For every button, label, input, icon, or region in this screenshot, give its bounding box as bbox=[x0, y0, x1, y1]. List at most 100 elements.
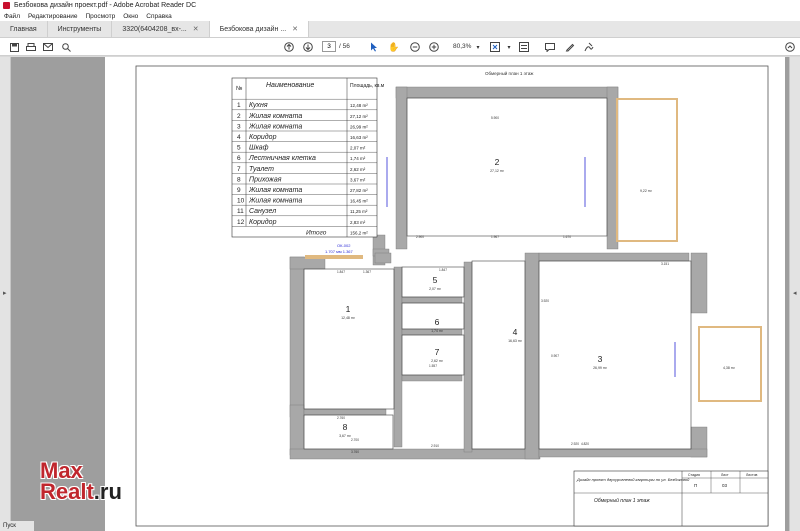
wall-segment bbox=[538, 252, 690, 262]
table-cell-no: 12 bbox=[237, 219, 245, 226]
table-cell-area: 26,99 m² bbox=[350, 124, 368, 129]
close-tab-icon[interactable]: ✕ bbox=[292, 25, 298, 33]
tab-document-2[interactable]: Безбокова дизайн ... ✕ bbox=[209, 21, 310, 37]
table-cell-area: 27,82 m² bbox=[350, 188, 368, 193]
menu-item-file[interactable]: Файл bbox=[4, 13, 20, 20]
table-cell-no: 1 bbox=[237, 102, 241, 109]
chevron-down-icon[interactable]: ▾ bbox=[505, 41, 513, 53]
wall-segment bbox=[289, 404, 305, 456]
wall-segment bbox=[463, 261, 473, 453]
room-number: 2 bbox=[495, 157, 500, 167]
tab-tools[interactable]: Инструменты bbox=[48, 21, 113, 37]
room-outline bbox=[406, 97, 608, 237]
table-cell-no: 6 bbox=[237, 155, 241, 162]
expand-left-icon[interactable]: ▸ bbox=[3, 289, 7, 297]
previous-page-icon[interactable] bbox=[283, 41, 295, 53]
dimension-label: 1.847 bbox=[337, 270, 345, 274]
floor-plan-drawing: Обмерный план 1 этаж № Наименование Площадь… bbox=[135, 65, 769, 527]
fit-page-icon[interactable] bbox=[489, 41, 501, 53]
wall-segment bbox=[395, 86, 619, 99]
table-cell-area: 11,25 m² bbox=[350, 209, 368, 214]
window-titlebar: Безбокова дизайн проект.pdf - Adobe Acro… bbox=[0, 0, 800, 11]
table-cell-name: Жилая комната bbox=[248, 123, 302, 130]
next-page-icon[interactable] bbox=[302, 41, 314, 53]
room-area-label: 3,67 m² bbox=[339, 434, 352, 438]
save-icon[interactable] bbox=[8, 41, 20, 53]
collapse-toolbar-icon[interactable] bbox=[784, 41, 796, 53]
table-total-area: 156,2 m² bbox=[350, 230, 368, 235]
email-icon[interactable] bbox=[42, 41, 54, 53]
search-icon[interactable] bbox=[60, 41, 72, 53]
table-cell-no: 11 bbox=[237, 208, 244, 215]
table-cell-name: Санузел bbox=[249, 208, 276, 215]
room-number: 8 bbox=[343, 422, 348, 432]
dimension-label: 2.760 bbox=[337, 416, 345, 420]
window-sill bbox=[305, 255, 363, 259]
expand-right-icon[interactable]: ◂ bbox=[793, 289, 797, 297]
table-cell-name: Шкаф bbox=[249, 145, 269, 152]
print-icon[interactable] bbox=[25, 41, 37, 53]
dimension-label: 2.700 bbox=[351, 438, 359, 442]
scroll-mode-icon[interactable] bbox=[518, 41, 530, 53]
table-cell-name: Коридор bbox=[249, 218, 277, 226]
close-tab-icon[interactable]: ✕ bbox=[193, 25, 199, 33]
table-cell-no: 3 bbox=[237, 123, 241, 130]
balcony-outline bbox=[698, 326, 762, 402]
wall-segment bbox=[393, 266, 403, 448]
document-viewport[interactable]: Обмерный план 1 этаж № Наименование Площадь… bbox=[11, 57, 789, 531]
dimension-label: 1.557 bbox=[429, 364, 437, 368]
table-header-name: Наименование bbox=[266, 82, 314, 89]
room-area-label: 27,12 m² bbox=[490, 169, 505, 173]
acrobat-app-icon bbox=[3, 2, 10, 9]
dimension-label: 1.967 bbox=[491, 235, 499, 239]
select-cursor-icon[interactable] bbox=[368, 41, 380, 53]
table-cell-name: Туалет bbox=[249, 166, 274, 173]
table-cell-area: 2,07 m² bbox=[350, 146, 366, 151]
menu-item-window[interactable]: Окно bbox=[123, 13, 138, 20]
start-button[interactable]: Пуск bbox=[0, 521, 34, 531]
room-area-label: 1,74 m² bbox=[431, 329, 444, 333]
table-cell-name: Жилая комната bbox=[248, 198, 302, 205]
title-block-col-sheets: Листов bbox=[746, 473, 758, 477]
tab-home[interactable]: Главная bbox=[0, 21, 48, 37]
pdf-page: Обмерный план 1 этаж № Наименование Площадь… bbox=[105, 57, 785, 531]
room-area-label: 12,48 m² bbox=[341, 316, 356, 320]
table-cell-area: 16,45 m² bbox=[350, 199, 368, 204]
dimension-label: 3.151 bbox=[661, 262, 669, 266]
zoom-in-icon[interactable] bbox=[428, 41, 440, 53]
right-panel-toggle[interactable]: ◂ bbox=[789, 57, 800, 531]
balcony-area-label: 4,38 m² bbox=[723, 366, 736, 370]
menu-item-help[interactable]: Справка bbox=[146, 13, 172, 20]
menu-item-edit[interactable]: Редактирование bbox=[28, 13, 78, 20]
room-area-label: 2,62 m² bbox=[431, 359, 444, 363]
menu-bar: Файл Редактирование Просмотр Окно Справк… bbox=[0, 11, 800, 21]
window-label: 1.707 мм 1.367 bbox=[325, 249, 354, 254]
zoom-out-icon[interactable] bbox=[409, 41, 421, 53]
table-cell-name: Жилая комната bbox=[248, 187, 302, 194]
left-panel-toggle[interactable]: ▸ bbox=[0, 57, 11, 531]
table-cell-name: Лестничная клетка bbox=[248, 155, 316, 162]
dimension-label: 2.900 bbox=[416, 235, 424, 239]
title-block-col-sheet: Лист bbox=[721, 473, 729, 477]
table-header-area: Площадь, кв.м bbox=[350, 83, 385, 89]
table-cell-name: Кухня bbox=[249, 102, 268, 109]
dimension-label: 1.670 bbox=[563, 235, 571, 239]
hand-tool-icon[interactable]: ✋ bbox=[388, 41, 400, 53]
highlight-pen-icon[interactable] bbox=[564, 41, 576, 53]
toolbar: 3 / 56 ✋ 80,3% ▾ ▾ bbox=[0, 38, 800, 56]
page-number-input[interactable]: 3 bbox=[322, 41, 336, 52]
title-block-sheet-title: Обмерный план 1 этаж bbox=[594, 497, 650, 504]
room-outline bbox=[303, 268, 395, 410]
table-cell-area: 16,63 m² bbox=[350, 135, 368, 140]
dimension-label: 3.760 bbox=[351, 450, 359, 454]
chevron-down-icon[interactable]: ▾ bbox=[474, 41, 482, 53]
dimension-label: 2.920 bbox=[571, 442, 579, 446]
menu-item-view[interactable]: Просмотр bbox=[86, 13, 116, 20]
room-outline bbox=[401, 334, 465, 376]
table-cell-no: 9 bbox=[237, 187, 241, 194]
sign-icon[interactable] bbox=[583, 41, 595, 53]
comment-icon[interactable] bbox=[544, 41, 556, 53]
tab-document-1[interactable]: 3320(6404208_вх-... ✕ bbox=[112, 21, 210, 37]
window-title: Безбокова дизайн проект.pdf - Adobe Acro… bbox=[14, 2, 197, 9]
balcony-outline bbox=[616, 98, 678, 242]
